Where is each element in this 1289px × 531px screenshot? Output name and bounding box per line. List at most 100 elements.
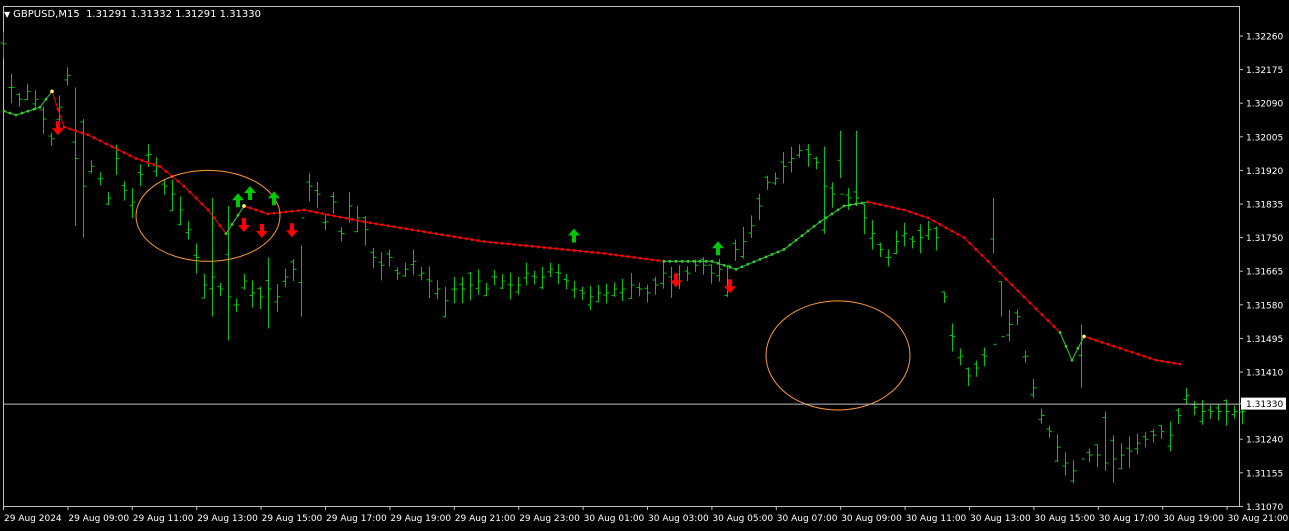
ma-point: [506, 242, 510, 246]
ma-point: [662, 259, 666, 263]
ma-point: [1022, 295, 1026, 299]
ma-point: [44, 97, 48, 101]
ma-point: [350, 218, 354, 221]
ma-turn-point: [242, 204, 246, 208]
x-tick-label: 29 Aug 17:00: [326, 514, 387, 524]
highlight-circle: [765, 300, 911, 411]
ma-point: [422, 230, 426, 234]
ma-point: [86, 133, 90, 137]
ma-point: [482, 240, 486, 243]
ma-point: [488, 240, 492, 244]
ma-point: [524, 244, 528, 248]
ma-point: [326, 213, 330, 217]
ma-point: [398, 226, 402, 230]
ma-point: [410, 228, 414, 232]
ma-point: [452, 235, 456, 239]
ma-point: [920, 214, 924, 218]
ma-point: [632, 255, 636, 259]
ma-point: [902, 208, 906, 212]
ma-point: [446, 234, 450, 238]
ma-point: [956, 232, 960, 236]
ma-point: [206, 208, 210, 212]
y-tick-label: 1.31920: [1246, 167, 1283, 177]
ma-point: [1070, 358, 1074, 362]
x-tick-label: 29 Aug 15:00: [262, 514, 323, 524]
ma-point: [704, 259, 708, 263]
x-tick-label: 30 Aug 05:00: [712, 514, 773, 524]
ma-point: [692, 259, 696, 263]
symbol-label: GBPUSD,M15: [13, 9, 80, 20]
ma-point: [602, 252, 606, 255]
ma-point: [590, 250, 594, 254]
x-tick-label: 30 Aug 21:00: [1228, 514, 1289, 524]
highlight-circle: [135, 169, 281, 262]
x-tick-label: 29 Aug 23:00: [519, 514, 580, 524]
ma-point: [344, 216, 348, 220]
ma-point: [1034, 307, 1038, 311]
ma-point: [380, 223, 384, 227]
ma-point: [32, 107, 36, 111]
ma-point: [530, 244, 534, 248]
x-tick-label: 30 Aug 13:00: [970, 514, 1031, 524]
ma-point: [1154, 358, 1158, 362]
ma-point: [512, 243, 516, 246]
ma-point: [764, 255, 768, 259]
ma-point: [236, 213, 240, 217]
ma-point: [866, 200, 870, 204]
ma-point: [1178, 362, 1182, 366]
ma-point: [104, 142, 108, 146]
ma-point: [122, 151, 126, 155]
ma-point: [680, 259, 684, 263]
ma-point: [296, 209, 300, 212]
ma-point: [182, 184, 186, 188]
ma-point: [668, 259, 672, 263]
y-tick-label: 1.31330: [1246, 400, 1283, 410]
ma-point: [1136, 352, 1140, 356]
ma-point: [884, 204, 888, 208]
ma-segment-down: [1083, 335, 1181, 365]
ma-point: [548, 246, 552, 250]
ma-point: [290, 209, 294, 213]
sell-arrow-icon: [256, 223, 268, 238]
ma-point: [908, 210, 912, 214]
ma-point: [938, 223, 942, 226]
ma-point: [428, 231, 432, 235]
triangle-down-icon[interactable]: ▼: [4, 10, 10, 19]
ma-point: [146, 161, 150, 164]
ma-point: [644, 257, 648, 261]
ma-point: [926, 216, 930, 220]
ma-point: [572, 249, 576, 252]
ma-point: [458, 236, 462, 240]
x-tick-label: 29 Aug 09:00: [68, 514, 129, 524]
ma-point: [794, 238, 798, 242]
y-tick-label: 1.31580: [1246, 301, 1283, 311]
ma-point: [1064, 344, 1068, 348]
chart-title-bar: ▼ GBPUSD,M15 1.31291 1.31332 1.31291 1.31…: [4, 9, 261, 20]
ma-point: [824, 216, 828, 220]
ma-point: [878, 203, 882, 207]
buy-arrow-icon: [268, 191, 280, 206]
ma-point: [92, 136, 96, 140]
ma-point: [110, 145, 114, 149]
ma-point: [860, 201, 864, 205]
ma-point: [260, 210, 264, 214]
price-chart[interactable]: 1.32260 1.32175 1.32090 1.32005 1.31920 1.318…: [0, 0, 1289, 531]
x-tick-label: 30 Aug 03:00: [648, 514, 709, 524]
ma-point: [392, 225, 396, 229]
ma-point: [842, 204, 846, 208]
ma-point: [872, 201, 876, 205]
ma-point: [62, 125, 66, 129]
ma-point: [470, 238, 474, 241]
y-tick-label: 1.31665: [1246, 268, 1283, 278]
buy-arrow-icon: [244, 185, 256, 200]
ma-point: [944, 226, 948, 230]
y-tick-label: 1.31835: [1246, 201, 1283, 211]
ma-point: [1106, 342, 1110, 346]
ma-point: [440, 233, 444, 237]
ma-point: [1052, 325, 1056, 328]
ma-point: [98, 139, 102, 143]
ma-point: [8, 111, 12, 115]
y-tick-label: 1.31410: [1246, 369, 1283, 379]
ma-segment-down: [243, 205, 665, 262]
ohlc-bars: [0, 31, 1246, 484]
